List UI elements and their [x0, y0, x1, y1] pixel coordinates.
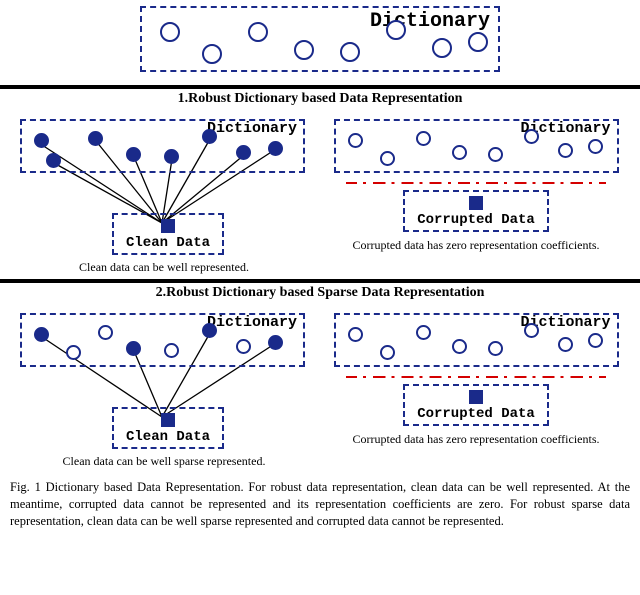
section-title-2: 2.Robust Dictionary based Sparse Data Re… [0, 283, 640, 305]
atom-filled [236, 145, 251, 160]
atom-circle [294, 40, 314, 60]
dictionary-box-s2l: Dictionary [20, 313, 305, 367]
corrupted-data-label-s2: Corrupted Data [417, 406, 535, 422]
red-separator [346, 376, 606, 378]
atom-circle [468, 32, 488, 52]
section-title-1: 1.Robust Dictionary based Data Represent… [0, 89, 640, 111]
section2-left-caption: Clean data can be well sparse represente… [8, 454, 320, 469]
data-square [161, 219, 175, 233]
atom-filled [46, 153, 61, 168]
section2-left: Dictionary Clean Data Clean data can be … [8, 309, 320, 469]
atom-circle [380, 151, 395, 166]
atom-filled [202, 323, 217, 338]
atom-circle [98, 325, 113, 340]
red-separator [346, 182, 606, 184]
atom-circle [488, 341, 503, 356]
atom-circle [348, 327, 363, 342]
clean-data-label-s2: Clean Data [126, 429, 210, 445]
atom-circle [160, 22, 180, 42]
data-square [161, 413, 175, 427]
dictionary-label: Dictionary [207, 314, 297, 331]
atom-circle [524, 323, 539, 338]
atom-circle [588, 333, 603, 348]
atom-circle [558, 143, 573, 158]
section2-row: Dictionary Clean Data Clean data can be … [0, 305, 640, 473]
section1-left-caption: Clean data can be well represented. [8, 260, 320, 275]
dictionary-box-s1l: Dictionary [20, 119, 305, 173]
atom-filled [126, 147, 141, 162]
atom-circle [558, 337, 573, 352]
data-square [469, 196, 483, 210]
clean-data-label: Clean Data [126, 235, 210, 251]
section1-right-caption: Corrupted data has zero representation c… [320, 238, 632, 253]
atom-filled [34, 133, 49, 148]
dictionary-box-top: Dictionary [140, 6, 500, 72]
data-square [469, 390, 483, 404]
atom-circle [386, 20, 406, 40]
atom-filled [34, 327, 49, 342]
atom-circle [248, 22, 268, 42]
atom-circle [416, 131, 431, 146]
atom-circle [348, 133, 363, 148]
atom-filled [202, 129, 217, 144]
clean-data-box: Clean Data [112, 213, 224, 255]
dictionary-box-s2r: Dictionary [334, 313, 619, 367]
corrupted-data-box-s2: Corrupted Data [403, 384, 549, 426]
atom-filled [268, 335, 283, 350]
atom-circle [488, 147, 503, 162]
corrupted-data-box: Corrupted Data [403, 190, 549, 232]
atom-circle [202, 44, 222, 64]
atom-circle [66, 345, 81, 360]
atom-filled [126, 341, 141, 356]
atom-circle [164, 343, 179, 358]
atom-filled [164, 149, 179, 164]
atom-circle [380, 345, 395, 360]
atom-circle [452, 145, 467, 160]
atom-circle [236, 339, 251, 354]
section2-right-caption: Corrupted data has zero representation c… [320, 432, 632, 447]
atom-circle [452, 339, 467, 354]
section1-row: Dictionary Clean Data Clean data can be … [0, 111, 640, 279]
dictionary-box-s1r: Dictionary [334, 119, 619, 173]
figure-caption: Fig. 1 Dictionary based Data Representat… [0, 473, 640, 530]
clean-data-box-s2: Clean Data [112, 407, 224, 449]
dictionary-label: Dictionary [207, 120, 297, 137]
atom-filled [268, 141, 283, 156]
section1-left: Dictionary Clean Data Clean data can be … [8, 115, 320, 275]
atom-circle [432, 38, 452, 58]
section2-right: Dictionary Corrupted Data Corrupted data… [320, 309, 632, 447]
section1-right: Dictionary Corrupted Data Corrupted data… [320, 115, 632, 253]
atom-circle [340, 42, 360, 62]
corrupted-data-label: Corrupted Data [417, 212, 535, 228]
atom-filled [88, 131, 103, 146]
atom-circle [524, 129, 539, 144]
top-dictionary-panel: Dictionary [0, 0, 640, 85]
atom-circle [588, 139, 603, 154]
atom-circle [416, 325, 431, 340]
